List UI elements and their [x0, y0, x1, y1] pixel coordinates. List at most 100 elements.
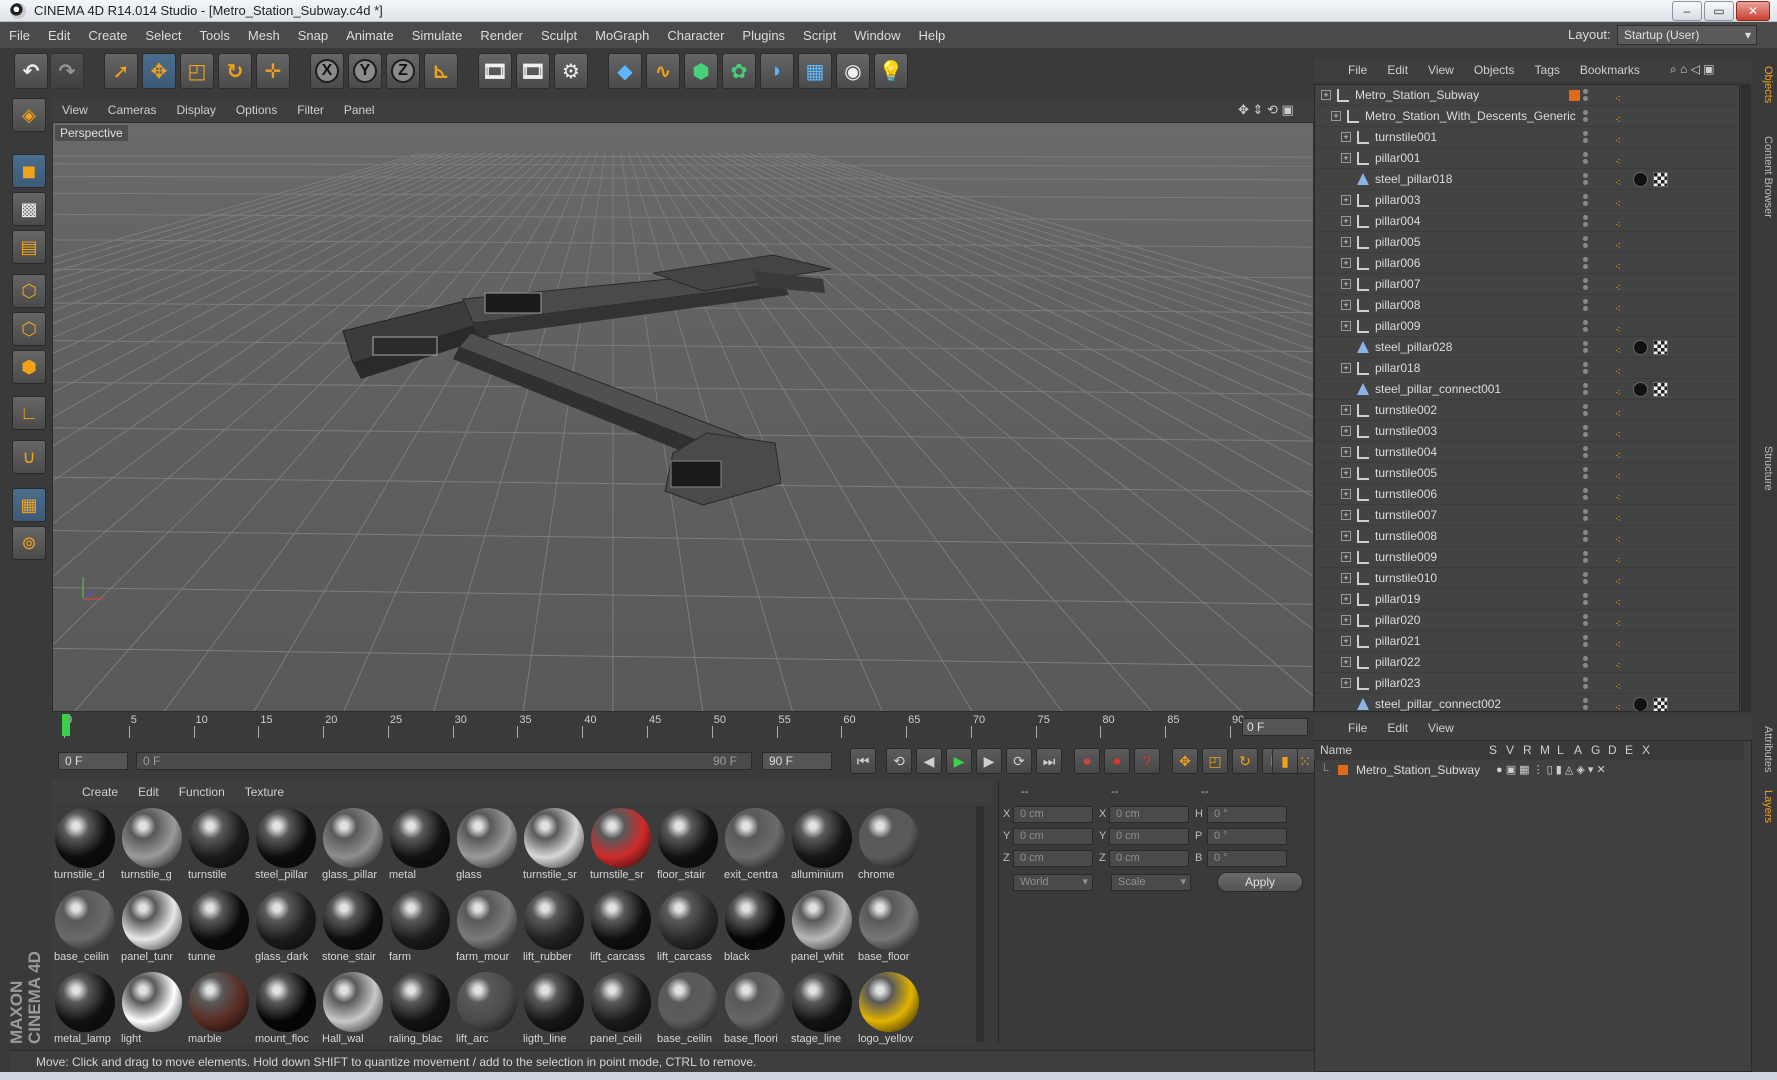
scale-tool-icon[interactable]: ◰ [180, 53, 214, 89]
material-swatch[interactable]: tunne [188, 888, 250, 966]
material-swatch[interactable]: ligth_line [523, 970, 585, 1048]
visibility-dots-icon[interactable] [1583, 530, 1595, 544]
visibility-dots-icon[interactable] [1583, 488, 1595, 502]
menu-edit[interactable]: Edit [39, 28, 79, 43]
object-name[interactable]: turnstile004 [1375, 442, 1437, 463]
object-row[interactable]: steel_pillar018 ⁖ [1315, 169, 1739, 190]
menu-render[interactable]: Render [471, 28, 532, 43]
object-row[interactable]: steel_pillar028 ⁖ [1315, 337, 1739, 358]
object-row[interactable]: + pillar019 ⁖ [1315, 589, 1739, 610]
visibility-dots-icon[interactable] [1583, 362, 1595, 376]
menu-create[interactable]: Create [79, 28, 136, 43]
expand-toggle-icon[interactable]: + [1341, 300, 1351, 310]
material-swatch[interactable]: turnstile_sr [590, 806, 652, 884]
layer-column-e[interactable]: E [1625, 743, 1633, 757]
expand-toggle-icon[interactable]: + [1341, 678, 1351, 688]
timeline-ruler[interactable]: 051015202530354045505560657075808590 [52, 712, 1314, 740]
expand-toggle-icon[interactable]: + [1341, 615, 1351, 625]
camera-icon[interactable]: ◉ [836, 53, 870, 89]
side-tab-attributes[interactable]: Attributes [1754, 726, 1774, 772]
object-name[interactable]: turnstile005 [1375, 463, 1437, 484]
object-name[interactable]: pillar018 [1375, 358, 1420, 379]
start-frame-field[interactable]: 0 F [58, 752, 128, 770]
pos-z-field[interactable]: 0 cm [1013, 850, 1093, 867]
texture-tag-icon[interactable] [1653, 382, 1668, 397]
object-name[interactable]: pillar019 [1375, 589, 1420, 610]
apply-button[interactable]: Apply [1217, 872, 1303, 892]
viewport-menu-filter[interactable]: Filter [287, 103, 334, 117]
coordinate-mode-select[interactable]: World ▾ [1013, 874, 1093, 891]
material-swatch[interactable]: turnstile_sr [523, 806, 585, 884]
object-name[interactable]: pillar023 [1375, 673, 1420, 694]
expand-toggle-icon[interactable]: + [1341, 447, 1351, 457]
layer-row[interactable]: └ Metro_Station_Subway ● ▣ ▦ ⋮ ▯ ▮ ◬ ◈ ▾… [1314, 760, 1744, 780]
object-name[interactable]: turnstile002 [1375, 400, 1437, 421]
expand-toggle-icon[interactable]: + [1341, 531, 1351, 541]
phong-tag-icon[interactable]: ⁖ [1615, 425, 1629, 441]
points-mode-icon[interactable]: ⬡ [12, 274, 46, 308]
material-swatch[interactable]: lift_carcass [657, 888, 719, 966]
layer-column-a[interactable]: A [1574, 743, 1582, 757]
object-row[interactable]: steel_pillar_connect001 ⁖ [1315, 379, 1739, 400]
snap-magnet-icon[interactable]: ∪ [12, 440, 46, 474]
light-icon[interactable]: 💡 [874, 53, 908, 89]
object-name[interactable]: steel_pillar_connect001 [1375, 379, 1501, 400]
menu-simulate[interactable]: Simulate [403, 28, 472, 43]
visibility-dots-icon[interactable] [1583, 509, 1595, 523]
material-swatch[interactable]: turnstile_g [121, 806, 183, 884]
object-menu-bookmarks[interactable]: Bookmarks [1570, 63, 1650, 77]
object-row[interactable]: + turnstile007 ⁖ [1315, 505, 1739, 526]
material-swatch[interactable]: light [121, 970, 183, 1048]
floor-icon[interactable]: ▦ [798, 53, 832, 89]
previous-frame-icon[interactable]: ◀ [916, 748, 942, 774]
phong-tag-icon[interactable]: ⁖ [1615, 152, 1629, 168]
material-swatch[interactable]: farm [389, 888, 451, 966]
object-row[interactable]: + turnstile002 ⁖ [1315, 400, 1739, 421]
y-axis-lock-icon[interactable]: Y [348, 53, 382, 89]
layer-menu-view[interactable]: View [1418, 721, 1464, 735]
object-menu-view[interactable]: View [1418, 63, 1464, 77]
object-row[interactable]: + turnstile008 ⁖ [1315, 526, 1739, 547]
visibility-dots-icon[interactable] [1583, 215, 1595, 229]
texture-tag-icon[interactable] [1653, 697, 1668, 711]
workplane-mode-icon[interactable]: ▤ [12, 230, 46, 264]
object-row[interactable]: + pillar018 ⁖ [1315, 358, 1739, 379]
object-row[interactable]: + pillar003 ⁖ [1315, 190, 1739, 211]
record-icon[interactable]: ⏺ [1074, 748, 1100, 774]
object-name[interactable]: pillar003 [1375, 190, 1420, 211]
pos-x-field[interactable]: 0 cm [1013, 806, 1093, 823]
visibility-dots-icon[interactable] [1583, 656, 1595, 670]
viewport-menu-view[interactable]: View [52, 103, 98, 117]
material-swatch[interactable]: raling_blac [389, 970, 451, 1048]
phong-tag-icon[interactable]: ⁖ [1615, 656, 1629, 672]
workplane-lock-icon[interactable]: ▦ [12, 488, 46, 522]
expand-toggle-icon[interactable]: + [1331, 111, 1341, 121]
material-tag-icon[interactable] [1633, 340, 1648, 355]
menu-help[interactable]: Help [910, 28, 955, 43]
menu-mograph[interactable]: MoGraph [586, 28, 658, 43]
visibility-dots-icon[interactable] [1583, 698, 1595, 711]
play-icon[interactable]: ▶ [946, 748, 972, 774]
key-position-icon[interactable]: ✥ [1172, 748, 1198, 774]
object-row[interactable]: + turnstile005 ⁖ [1315, 463, 1739, 484]
object-row[interactable]: + Metro_Station_With_Descents_Generic ⁖ [1315, 106, 1739, 127]
object-row[interactable]: steel_pillar_connect002 ⁖ [1315, 694, 1739, 711]
render-picture-viewer-icon[interactable]: 🎞 [516, 53, 550, 89]
object-row[interactable]: + turnstile001 ⁖ [1315, 127, 1739, 148]
material-swatch[interactable]: glass_pillar [322, 806, 384, 884]
phong-tag-icon[interactable]: ⁖ [1615, 530, 1629, 546]
object-name[interactable]: steel_pillar018 [1375, 169, 1452, 190]
next-key-icon[interactable]: ⟳ [1006, 748, 1032, 774]
phong-tag-icon[interactable]: ⁖ [1615, 614, 1629, 630]
menu-plugins[interactable]: Plugins [733, 28, 794, 43]
perspective-viewport[interactable]: Perspective [52, 122, 1314, 712]
object-row[interactable]: + Metro_Station_Subway ⁖ [1315, 85, 1739, 106]
go-to-start-icon[interactable]: ⏮ [850, 748, 876, 774]
object-name[interactable]: pillar009 [1375, 316, 1420, 337]
expand-toggle-icon[interactable]: + [1341, 153, 1351, 163]
menu-file[interactable]: File [0, 28, 39, 43]
object-row[interactable]: + pillar020 ⁖ [1315, 610, 1739, 631]
expand-toggle-icon[interactable]: + [1341, 426, 1351, 436]
phong-tag-icon[interactable]: ⁖ [1615, 278, 1629, 294]
material-tag-icon[interactable] [1633, 172, 1648, 187]
